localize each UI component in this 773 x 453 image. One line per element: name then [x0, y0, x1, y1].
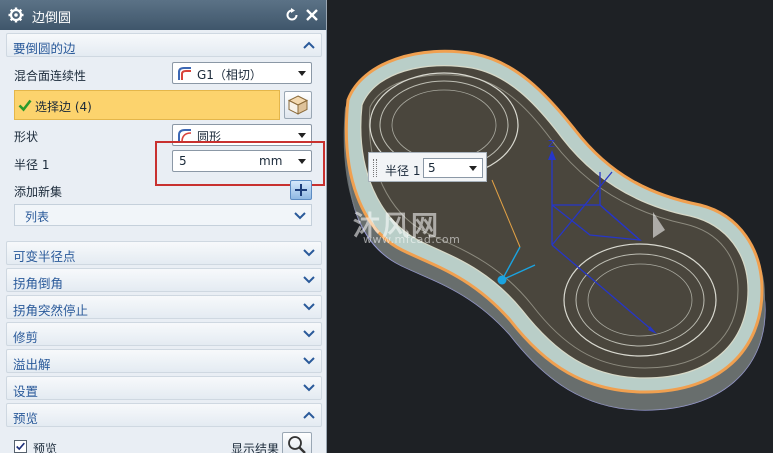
section-title: 拐角突然停止 — [13, 303, 89, 318]
chevron-down-icon — [303, 330, 315, 338]
chevron-down-icon — [303, 303, 315, 311]
watermark-url: www.mfcad.com — [363, 233, 461, 246]
radius-label: 半径 1 — [14, 158, 50, 172]
chevron-up-icon — [303, 41, 315, 49]
continuity-icon — [178, 67, 191, 80]
section-title: 设置 — [13, 384, 39, 399]
section-corner-setback[interactable]: 拐角倒角 — [6, 268, 322, 292]
select-edge-label: 选择边 (4) — [35, 100, 92, 114]
section-overflow-resolution[interactable]: 溢出解 — [6, 349, 322, 373]
graphics-viewport[interactable]: Z 沐风网 www.mfcad.com — [327, 0, 773, 453]
radius-onscreen-input[interactable]: 半径 1 5 — [368, 152, 487, 182]
blend-continuity-label: 混合面连续性 — [14, 69, 87, 83]
show-result-button[interactable] — [282, 432, 312, 453]
shape-label: 形状 — [14, 130, 39, 144]
chevron-down-icon — [303, 249, 315, 257]
plus-icon — [295, 184, 307, 196]
gear-icon[interactable] — [8, 7, 24, 23]
checkmark-icon — [18, 99, 32, 112]
section-title: 预览 — [13, 411, 39, 426]
chevron-down-icon — [298, 71, 306, 76]
select-edge-row[interactable]: 选择边 (4) — [14, 90, 280, 120]
show-result-label: 显示结果 — [231, 442, 280, 453]
checkmark-icon — [16, 442, 25, 451]
section-title: 修剪 — [13, 330, 39, 345]
section-variable-radius-points[interactable]: 可变半径点 — [6, 241, 322, 265]
list-toggle[interactable]: 列表 — [14, 204, 312, 226]
chevron-down-icon — [298, 133, 306, 138]
blend-continuity-value: G1（相切） — [197, 68, 262, 82]
add-new-set-label: 添加新集 — [14, 185, 63, 199]
cube-icon — [287, 95, 309, 115]
section-edges-to-blend[interactable]: 要倒圆的边 — [6, 33, 322, 57]
section-title: 溢出解 — [13, 357, 51, 372]
reset-icon[interactable] — [285, 8, 299, 22]
dialog-title-bar: 边倒圆 — [0, 0, 326, 30]
preview-checkbox[interactable] — [14, 440, 27, 453]
radius-popup-label: 半径 1 — [385, 164, 421, 178]
edge-blend-dialog: 边倒圆 要倒圆的边 混合面连续性 G1（相切） 选择边 (4) 形状 圆形 半径… — [0, 0, 327, 453]
blend-continuity-select[interactable]: G1（相切） — [172, 62, 312, 84]
section-title: 拐角倒角 — [13, 276, 64, 291]
section-settings[interactable]: 设置 — [6, 376, 322, 400]
drag-grip-icon[interactable] — [373, 159, 377, 177]
radius-popup-select[interactable]: 5 — [423, 158, 483, 178]
chevron-down-icon — [303, 357, 315, 365]
radius-popup-value: 5 — [428, 161, 436, 175]
magnifier-icon — [288, 436, 306, 453]
close-icon[interactable] — [305, 8, 319, 22]
preview-checkbox-label: 预览 — [33, 442, 58, 453]
add-new-set-button[interactable] — [290, 180, 312, 200]
section-title: 要倒圆的边 — [13, 41, 76, 56]
list-label: 列表 — [25, 210, 50, 224]
section-title: 可变半径点 — [13, 249, 76, 264]
section-trim[interactable]: 修剪 — [6, 322, 322, 346]
chevron-down-icon — [469, 166, 477, 171]
chevron-down-icon — [294, 212, 306, 220]
section-stop-short-of-corner[interactable]: 拐角突然停止 — [6, 295, 322, 319]
chevron-down-icon — [303, 276, 315, 284]
chevron-up-icon — [303, 411, 315, 419]
chevron-down-icon — [303, 384, 315, 392]
section-preview[interactable]: 预览 — [6, 403, 322, 427]
select-edge-button[interactable] — [284, 91, 312, 119]
dialog-title: 边倒圆 — [32, 11, 72, 26]
